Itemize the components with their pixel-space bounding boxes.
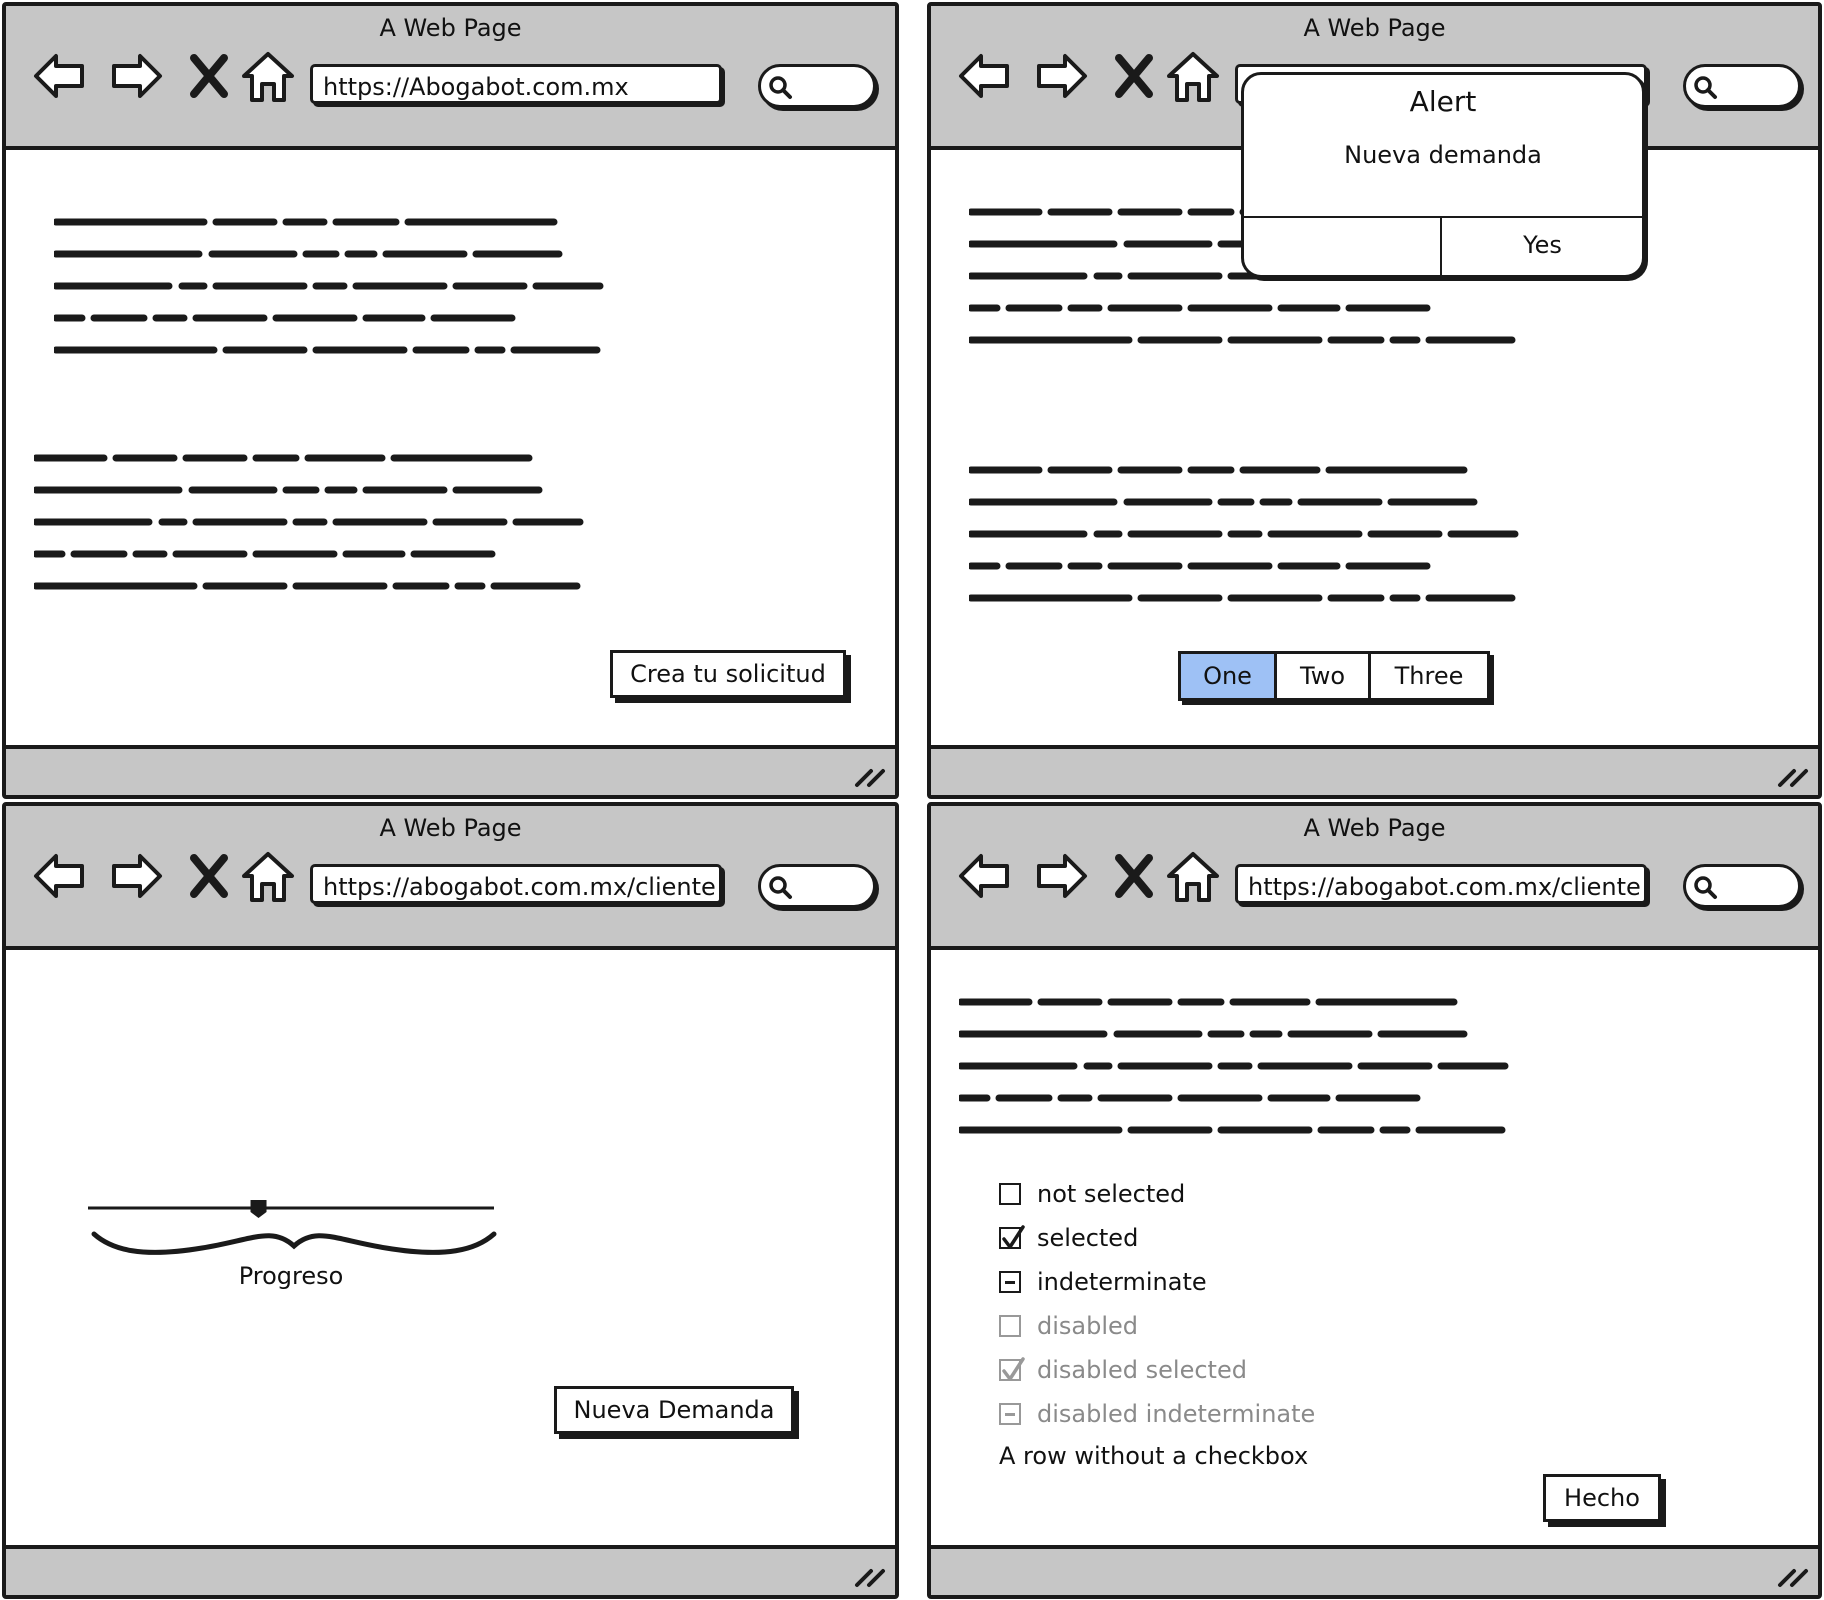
- forward-arrow-icon[interactable]: [108, 848, 164, 904]
- checkbox-checked[interactable]: [999, 1225, 1025, 1249]
- checkbox-row-disabled-selected: disabled selected: [999, 1356, 1247, 1384]
- search-icon: [769, 876, 792, 899]
- checkbox-label: not selected: [1037, 1180, 1186, 1208]
- forward-arrow-icon[interactable]: [1033, 848, 1089, 904]
- window-title: A Web Page: [1303, 814, 1446, 842]
- segmented-control: One Two Three: [1178, 651, 1490, 701]
- stop-x-icon[interactable]: [1109, 848, 1165, 904]
- segment-three[interactable]: Three: [1371, 654, 1487, 698]
- window-title: A Web Page: [379, 14, 522, 42]
- status-bar: [931, 745, 1818, 795]
- alert-button-divider: [1440, 216, 1442, 275]
- status-bar: [931, 1545, 1818, 1595]
- home-icon[interactable]: [1165, 48, 1221, 104]
- home-icon[interactable]: [240, 48, 296, 104]
- forward-arrow-icon[interactable]: [108, 48, 164, 104]
- status-bar: [6, 1545, 895, 1595]
- checkbox-row-disabled: disabled: [999, 1312, 1138, 1340]
- checkbox-label: disabled: [1037, 1312, 1139, 1340]
- window-title: A Web Page: [1303, 14, 1446, 42]
- browser-toolbar: A Web Page https://abogabot.com.mx/clien…: [6, 806, 895, 950]
- plain-row: A row without a checkbox: [999, 1442, 1308, 1470]
- dash-icon: [1005, 1413, 1015, 1416]
- resize-grip-icon[interactable]: [853, 1559, 887, 1589]
- stop-x-icon[interactable]: [184, 848, 240, 904]
- back-arrow-icon[interactable]: [32, 48, 88, 104]
- slider-thumb[interactable]: [250, 1200, 267, 1218]
- checkbox-disabled: [999, 1315, 1021, 1337]
- browser-window-2: A Web Page Alert Nueva demanda Yes One T…: [927, 2, 1822, 799]
- checkbox-unchecked[interactable]: [999, 1183, 1021, 1205]
- hecho-button[interactable]: Hecho: [1543, 1474, 1661, 1522]
- checkbox-row-not-selected[interactable]: not selected: [999, 1180, 1185, 1208]
- alert-yes-button[interactable]: Yes: [1443, 231, 1642, 259]
- checkbox-label: selected: [1037, 1224, 1139, 1252]
- back-arrow-icon[interactable]: [957, 848, 1013, 904]
- browser-window-1: A Web Page https://Abogabot.com.mx Crea …: [2, 2, 899, 799]
- address-bar[interactable]: https://Abogabot.com.mx: [310, 64, 722, 104]
- browser-window-3: A Web Page https://abogabot.com.mx/clien…: [2, 802, 899, 1599]
- checkbox-row-disabled-indeterminate: disabled indeterminate: [999, 1400, 1315, 1428]
- resize-grip-icon[interactable]: [1776, 759, 1810, 789]
- crea-solicitud-button[interactable]: Crea tu solicitud: [610, 650, 846, 698]
- address-bar[interactable]: https://abogabot.com.mx/cliente: [310, 864, 722, 904]
- back-arrow-icon[interactable]: [32, 848, 88, 904]
- address-bar[interactable]: https://abogabot.com.mx/cliente: [1235, 864, 1647, 904]
- progress-label: Progreso: [238, 1262, 344, 1290]
- home-icon[interactable]: [240, 848, 296, 904]
- checkbox-label: disabled indeterminate: [1037, 1400, 1316, 1428]
- checkbox-disabled-indeterminate: [999, 1403, 1021, 1425]
- resize-grip-icon[interactable]: [1776, 1559, 1810, 1589]
- forward-arrow-icon[interactable]: [1033, 48, 1089, 104]
- search-field[interactable]: [1683, 864, 1801, 908]
- search-field[interactable]: [758, 64, 876, 108]
- checkbox-disabled-checked: [999, 1357, 1025, 1381]
- search-field[interactable]: [1683, 64, 1801, 108]
- search-icon: [769, 76, 792, 99]
- home-icon[interactable]: [1165, 848, 1221, 904]
- checkmark-icon: [1002, 1357, 1025, 1381]
- stop-x-icon[interactable]: [184, 48, 240, 104]
- back-arrow-icon[interactable]: [957, 48, 1013, 104]
- plain-row-label: A row without a checkbox: [999, 1442, 1309, 1470]
- checkbox-indeterminate[interactable]: [999, 1271, 1021, 1293]
- checkmark-icon: [1002, 1225, 1025, 1249]
- search-icon: [1694, 876, 1717, 899]
- alert-divider: [1244, 216, 1642, 218]
- search-icon: [1694, 76, 1717, 99]
- resize-grip-icon[interactable]: [853, 759, 887, 789]
- segment-two[interactable]: Two: [1277, 654, 1371, 698]
- search-field[interactable]: [758, 864, 876, 908]
- checkbox-label: indeterminate: [1037, 1268, 1207, 1296]
- segment-one[interactable]: One: [1181, 654, 1277, 698]
- nueva-demanda-button[interactable]: Nueva Demanda: [554, 1386, 794, 1434]
- browser-toolbar: A Web Page https://Abogabot.com.mx: [6, 6, 895, 150]
- checkbox-row-indeterminate[interactable]: indeterminate: [999, 1268, 1207, 1296]
- alert-title: Alert: [1409, 85, 1477, 118]
- checkbox-label: disabled selected: [1037, 1356, 1247, 1384]
- alert-dialog: Alert Nueva demanda Yes: [1241, 72, 1645, 278]
- browser-window-4: A Web Page https://abogabot.com.mx/clien…: [927, 802, 1822, 1599]
- stop-x-icon[interactable]: [1109, 48, 1165, 104]
- window-title: A Web Page: [379, 814, 522, 842]
- checkbox-row-selected[interactable]: selected: [999, 1224, 1138, 1252]
- alert-message: Nueva demanda: [1344, 141, 1542, 169]
- status-bar: [6, 745, 895, 795]
- dash-icon: [1005, 1281, 1015, 1284]
- browser-toolbar: A Web Page https://abogabot.com.mx/clien…: [931, 806, 1818, 950]
